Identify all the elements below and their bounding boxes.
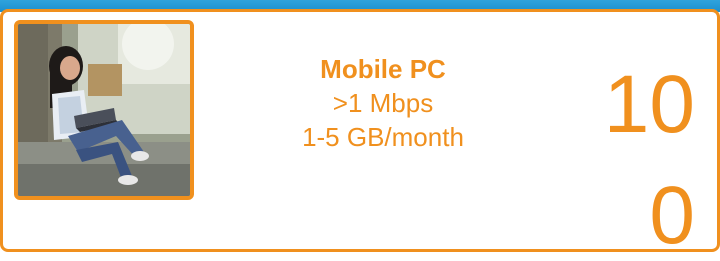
device-title: Mobile PC [320,54,446,84]
device-card: Mobile PC >1 Mbps 1-5 GB/month 10 0 [0,9,720,257]
usage-label: 1-5 GB/month [302,122,464,152]
photo-girl-with-laptop [14,20,194,200]
big-value-line2: 0 [649,170,695,261]
plan-details: Mobile PC >1 Mbps 1-5 GB/month [233,52,533,154]
speed-label: >1 Mbps [332,88,434,118]
big-value-line1: 10 [603,59,695,150]
